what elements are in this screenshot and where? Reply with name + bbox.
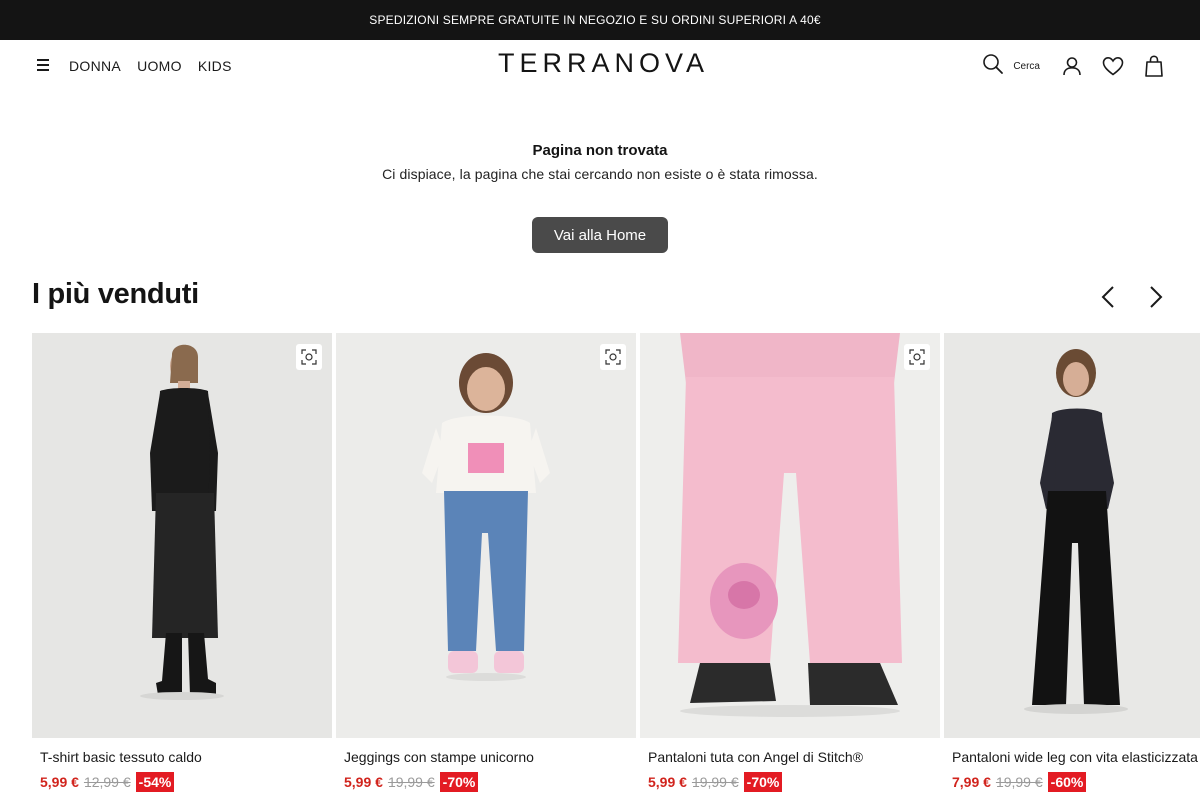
site-header: DONNA UOMO KIDS TERRANOVA Cerca [0,40,1200,90]
product-name[interactable]: T-shirt basic tessuto caldo [40,749,202,765]
product-name[interactable]: Pantaloni tuta con Angel di Stitch® [648,749,863,765]
nav-donna[interactable]: DONNA [69,58,121,74]
discount-badge: -70% [439,772,479,792]
sale-price: 5,99 € [648,774,687,790]
heart-icon[interactable] [1101,54,1125,78]
product-carousel: T-shirt basic tessuto caldo 5,99 € 12,99… [32,333,1200,800]
sale-price: 7,99 € [952,774,991,790]
girl-unicorn-jeggings-photo[interactable] [336,333,636,738]
price-row: 7,99 € 19,99 € -60% [952,772,1087,792]
go-home-button[interactable]: Vai alla Home [532,217,668,253]
discount-badge: -60% [1047,772,1087,792]
price-row: 5,99 € 12,99 € -54% [40,772,175,792]
sale-price: 5,99 € [344,774,383,790]
search-button[interactable]: Cerca [982,53,1040,80]
shopping-bag-icon[interactable] [1142,54,1166,78]
woman-wide-leg-pants-photo[interactable] [944,333,1200,738]
product-card[interactable]: T-shirt basic tessuto caldo 5,99 € 12,99… [32,333,332,800]
original-price: 19,99 € [995,774,1043,790]
visual-search-icon[interactable] [904,344,930,370]
original-price: 19,99 € [691,774,739,790]
price-row: 5,99 € 19,99 € -70% [344,772,479,792]
product-card[interactable]: Pantaloni wide leg con vita elasticizzat… [944,333,1200,800]
product-card[interactable]: Pantaloni tuta con Angel di Stitch® 5,99… [640,333,940,800]
search-label: Cerca [1013,60,1040,72]
nav-kids[interactable]: KIDS [198,58,232,74]
visual-search-icon[interactable] [296,344,322,370]
pink-stitch-sweatpants-photo[interactable] [640,333,940,738]
price-row: 5,99 € 19,99 € -70% [648,772,783,792]
header-actions: Cerca [982,52,1166,80]
original-price: 12,99 € [83,774,131,790]
user-icon[interactable] [1060,54,1084,78]
hamburger-menu-icon[interactable] [34,54,52,76]
nav-uomo[interactable]: UOMO [137,58,182,74]
not-found-title: Pagina non trovata [532,142,668,159]
discount-badge: -54% [135,772,175,792]
original-price: 19,99 € [387,774,435,790]
product-card[interactable]: Jeggings con stampe unicorno 5,99 € 19,9… [336,333,636,800]
brand-logo[interactable]: TERRANOVA [498,48,704,78]
chevron-right-icon[interactable] [1142,283,1170,311]
chevron-left-icon[interactable] [1094,283,1122,311]
sale-price: 5,99 € [40,774,79,790]
promo-bar: SPEDIZIONI SEMPRE GRATUITE IN NEGOZIO E … [0,0,1200,40]
section-title: I più venduti [32,278,199,310]
visual-search-icon[interactable] [600,344,626,370]
woman-black-outfit-photo[interactable] [32,333,332,738]
promo-text: SPEDIZIONI SEMPRE GRATUITE IN NEGOZIO E … [369,13,821,27]
product-name[interactable]: Pantaloni wide leg con vita elasticizzat… [952,749,1198,765]
not-found-text: Ci dispiace, la pagina che stai cercando… [382,166,818,182]
not-found-message: Pagina non trovata Ci dispiace, la pagin… [0,142,1200,182]
main-nav: DONNA UOMO KIDS [69,58,232,74]
discount-badge: -70% [743,772,783,792]
search-icon [982,53,1004,80]
product-name[interactable]: Jeggings con stampe unicorno [344,749,534,765]
